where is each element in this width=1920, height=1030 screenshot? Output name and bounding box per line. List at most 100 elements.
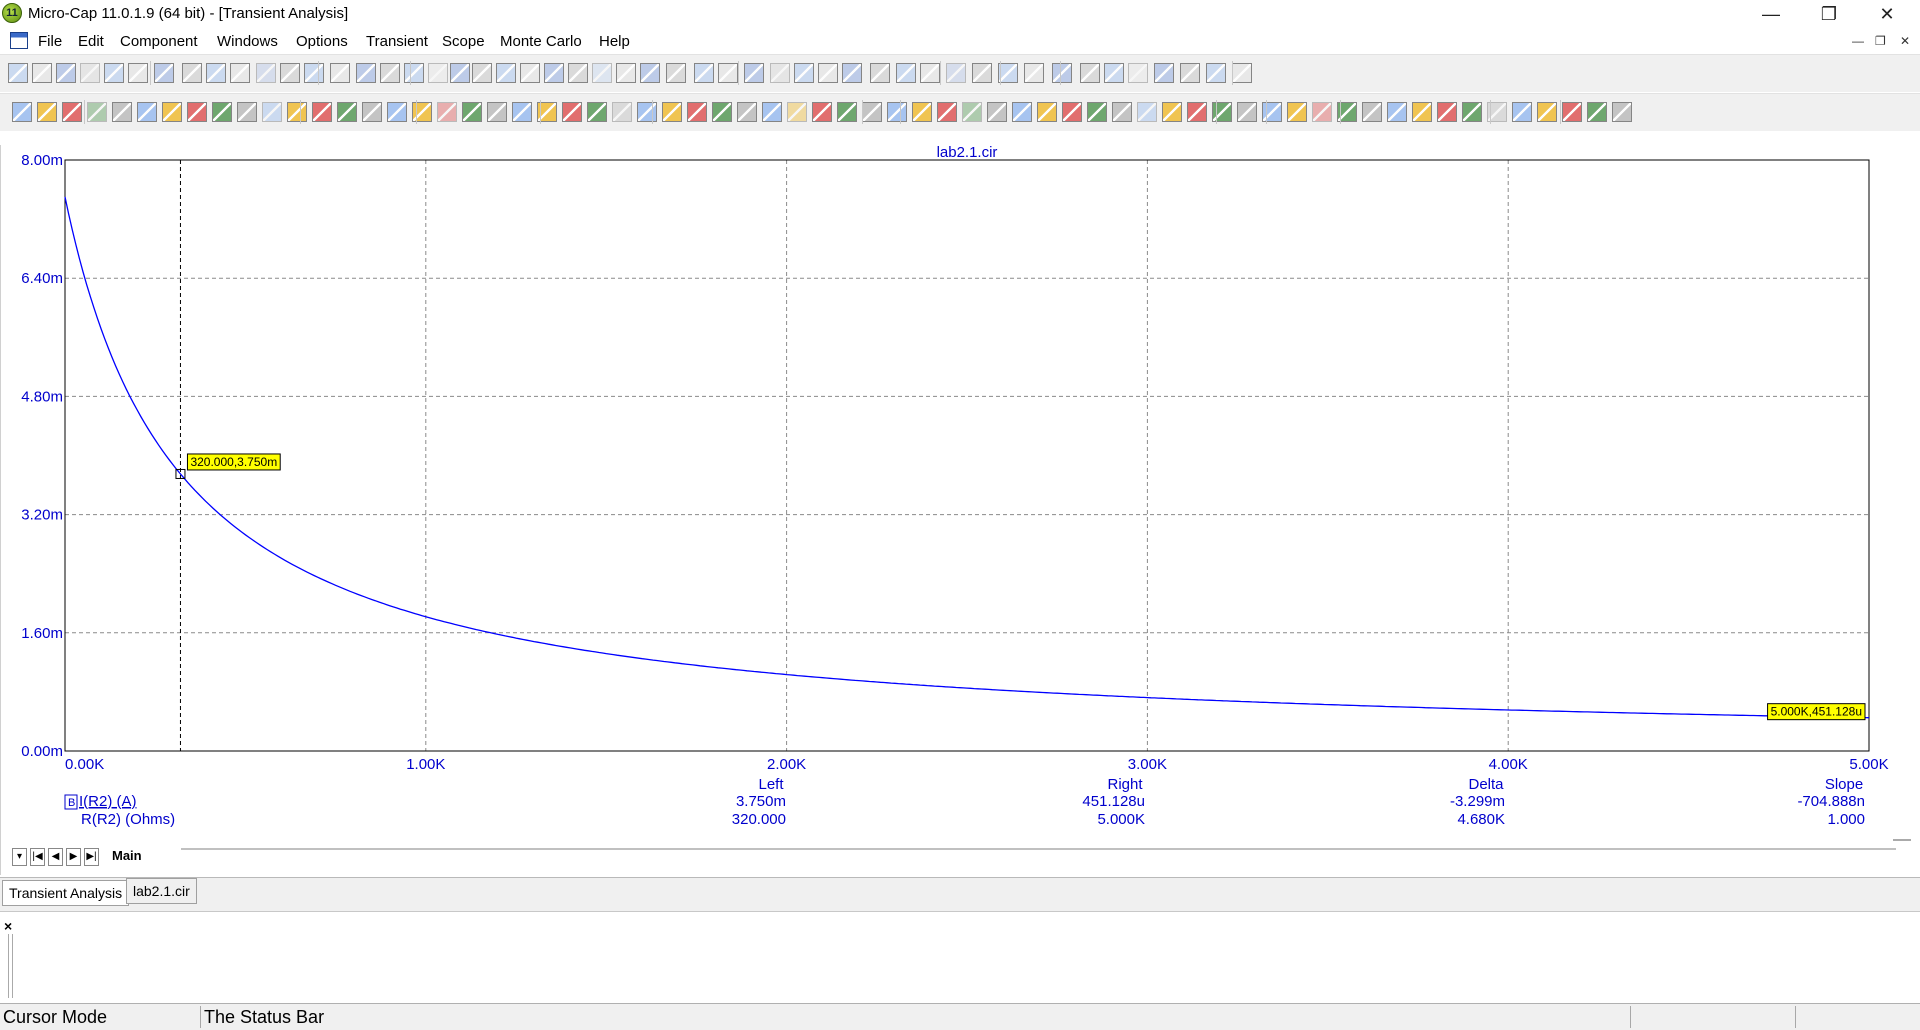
toolbar-button-icon[interactable] <box>1287 102 1307 122</box>
toolbar-button-icon[interactable] <box>787 102 807 122</box>
toolbar-button-icon[interactable] <box>1312 102 1332 122</box>
menu-scope[interactable]: Scope <box>442 33 485 50</box>
toolbar-button-icon[interactable] <box>1024 63 1044 83</box>
toolbar-button-icon[interactable] <box>794 63 814 83</box>
toolbar-button-icon[interactable] <box>1154 63 1174 83</box>
toolbar-button-icon[interactable] <box>154 63 174 83</box>
toolbar-button-icon[interactable] <box>818 63 838 83</box>
toolbar-button-icon[interactable] <box>472 63 492 83</box>
toolbar-button-icon[interactable] <box>162 102 182 122</box>
toolbar-button-icon[interactable] <box>1062 102 1082 122</box>
toolbar-button-icon[interactable] <box>512 102 532 122</box>
toolbar-button-icon[interactable] <box>1037 102 1057 122</box>
toolbar-button-icon[interactable] <box>304 63 324 83</box>
menu-help[interactable]: Help <box>599 33 630 50</box>
toolbar-button-icon[interactable] <box>462 102 482 122</box>
toolbar-button-icon[interactable] <box>280 63 300 83</box>
toolbar-button-icon[interactable] <box>1362 102 1382 122</box>
toolbar-button-icon[interactable] <box>237 102 257 122</box>
toolbar-button-icon[interactable] <box>104 63 124 83</box>
toolbar-button-icon[interactable] <box>712 102 732 122</box>
toolbar-button-icon[interactable] <box>312 102 332 122</box>
toolbar-button-icon[interactable] <box>962 102 982 122</box>
toolbar-button-icon[interactable] <box>487 102 507 122</box>
toolbar-button-icon[interactable] <box>1206 63 1226 83</box>
toolbar-button-icon[interactable] <box>587 102 607 122</box>
pane-grip[interactable] <box>8 934 13 998</box>
toolbar-button-icon[interactable] <box>1104 63 1124 83</box>
toolbar-button-icon[interactable] <box>128 63 148 83</box>
toolbar-button-icon[interactable] <box>1052 63 1072 83</box>
close-icon[interactable]: × <box>4 918 12 934</box>
toolbar-button-icon[interactable] <box>592 63 612 83</box>
menu-file[interactable]: File <box>38 33 62 50</box>
toolbar-button-icon[interactable] <box>1412 102 1432 122</box>
toolbar-button-icon[interactable] <box>1237 102 1257 122</box>
toolbar-button-icon[interactable] <box>637 102 657 122</box>
toolbar-button-icon[interactable] <box>544 63 564 83</box>
toolbar-button-icon[interactable] <box>1187 102 1207 122</box>
toolbar-button-icon[interactable] <box>1180 63 1200 83</box>
menu-edit[interactable]: Edit <box>78 33 104 50</box>
toolbar-button-icon[interactable] <box>1562 102 1582 122</box>
toolbar-button-icon[interactable] <box>1232 63 1252 83</box>
close-button[interactable]: ✕ <box>1858 0 1916 28</box>
prev-sheet-button[interactable]: ◀ <box>48 848 63 866</box>
toolbar-button-icon[interactable] <box>568 63 588 83</box>
toolbar-button-icon[interactable] <box>987 102 1007 122</box>
toolbar-button-icon[interactable] <box>112 102 132 122</box>
toolbar-button-icon[interactable] <box>62 102 82 122</box>
toolbar-button-icon[interactable] <box>870 63 890 83</box>
toolbar-button-icon[interactable] <box>380 63 400 83</box>
toolbar-button-icon[interactable] <box>137 102 157 122</box>
toolbar-button-icon[interactable] <box>12 102 32 122</box>
toolbar-button-icon[interactable] <box>1587 102 1607 122</box>
tab-lab2-cir[interactable]: lab2.1.cir <box>126 878 197 904</box>
toolbar-button-icon[interactable] <box>998 63 1018 83</box>
toolbar-button-icon[interactable] <box>1012 102 1032 122</box>
sheet-tab-main[interactable]: Main <box>112 848 142 863</box>
plot-area[interactable]: lab2.1.cir 0.00K 1.00K 2.00K 3.00K 4.00K 5.00… <box>0 145 1920 875</box>
toolbar-button-icon[interactable] <box>287 102 307 122</box>
toolbar-button-icon[interactable] <box>1612 102 1632 122</box>
toolbar-button-icon[interactable] <box>896 63 916 83</box>
first-sheet-button[interactable]: |◀ <box>30 848 45 866</box>
toolbar-button-icon[interactable] <box>1462 102 1482 122</box>
toolbar-button-icon[interactable] <box>887 102 907 122</box>
toolbar-button-icon[interactable] <box>837 102 857 122</box>
toolbar-button-icon[interactable] <box>744 63 764 83</box>
toolbar-button-icon[interactable] <box>182 63 202 83</box>
toolbar-button-icon[interactable] <box>762 102 782 122</box>
document-icon[interactable] <box>10 32 28 49</box>
menu-options[interactable]: Options <box>296 33 348 50</box>
toolbar-button-icon[interactable] <box>8 63 28 83</box>
toolbar-button-icon[interactable] <box>1112 102 1132 122</box>
toolbar-button-icon[interactable] <box>56 63 76 83</box>
toolbar-button-icon[interactable] <box>1437 102 1457 122</box>
toolbar-button-icon[interactable] <box>356 63 376 83</box>
toolbar-button-icon[interactable] <box>770 63 790 83</box>
minimize-button[interactable]: — <box>1742 0 1800 28</box>
mdi-restore-icon[interactable]: ❐ <box>1875 34 1886 48</box>
toolbar-button-icon[interactable] <box>1087 102 1107 122</box>
sheet-menu-button[interactable]: ▾ <box>12 848 27 866</box>
toolbar-button-icon[interactable] <box>737 102 757 122</box>
toolbar-button-icon[interactable] <box>206 63 226 83</box>
mdi-minimize-icon[interactable]: — <box>1852 34 1864 48</box>
toolbar-button-icon[interactable] <box>1262 102 1282 122</box>
toolbar-button-icon[interactable] <box>1128 63 1148 83</box>
toolbar-button-icon[interactable] <box>187 102 207 122</box>
toolbar-button-icon[interactable] <box>666 63 686 83</box>
transient-plot[interactable]: lab2.1.cir 0.00K 1.00K 2.00K 3.00K 4.00K 5.00… <box>1 145 1920 875</box>
toolbar-button-icon[interactable] <box>496 63 516 83</box>
toolbar-button-icon[interactable] <box>842 63 862 83</box>
mdi-close-icon[interactable]: ✕ <box>1900 34 1910 48</box>
menu-component[interactable]: Component <box>120 33 198 50</box>
toolbar-button-icon[interactable] <box>862 102 882 122</box>
toolbar-button-icon[interactable] <box>972 63 992 83</box>
toolbar-button-icon[interactable] <box>212 102 232 122</box>
toolbar-button-icon[interactable] <box>616 63 636 83</box>
toolbar-button-icon[interactable] <box>562 102 582 122</box>
toolbar-button-icon[interactable] <box>387 102 407 122</box>
toolbar-button-icon[interactable] <box>812 102 832 122</box>
